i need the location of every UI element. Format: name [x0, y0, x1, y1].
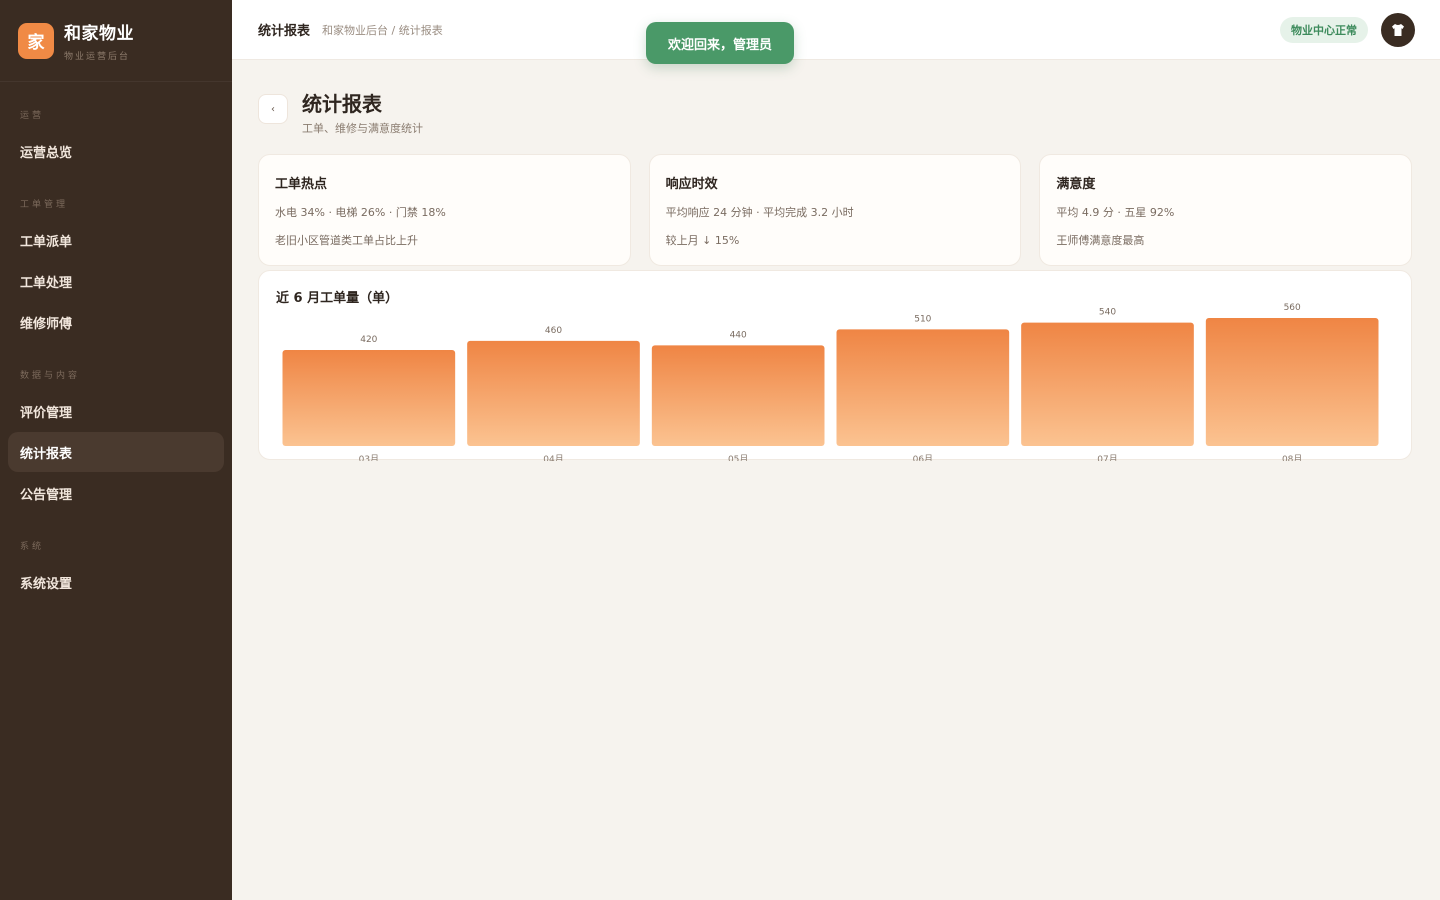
page-title: 统计报表 [302, 92, 382, 116]
chart-category-label: 04月 [543, 454, 563, 461]
brand-logo: 家 [18, 22, 54, 59]
sidebar: 家 和家物业 物业运营后台 运营运营总览工单管理工单派单 工单处理 维修师傅数据与内… [0, 0, 232, 900]
nav-group-label: 数据与内容 [20, 371, 81, 381]
card-satisfaction: 满意度 平均 4.9 分 · 五星 92% 王师傅满意度最高 [1039, 154, 1413, 266]
sidebar-item[interactable]: 工单处理 [8, 261, 224, 301]
card-title: 响应时效 [665, 177, 718, 192]
breadcrumb: 和家物业后台 / 统计报表 [322, 23, 443, 37]
chart-bar [836, 329, 1010, 446]
card-note: 较上月 ↓ 15% [665, 234, 740, 247]
welcome-toast: 欢迎回来，管理员 [646, 22, 794, 64]
card-note: 王师傅满意度最高 [1056, 234, 1145, 247]
sidebar-item[interactable]: 维修师傅 [8, 302, 224, 342]
sidebar-item[interactable]: 运营总览 [8, 131, 224, 171]
avatar[interactable] [1381, 13, 1415, 47]
page-subtitle: 工单、维修与满意度统计 [302, 122, 423, 135]
chart-value-label: 540 [1099, 308, 1116, 318]
chart-bar [1021, 322, 1194, 446]
card-note: 老旧小区管道类工单占比上升 [275, 234, 418, 247]
main-content: ‹ 统计报表 工单、维修与满意度统计 工单热点 水电 34% · 电梯 26% … [258, 60, 1413, 461]
chart-bar [282, 350, 456, 446]
nav-group-label: 工单管理 [20, 200, 69, 210]
page-header: ‹ 统计报表 工单、维修与满意度统计 [258, 60, 1412, 154]
chart-category-label: 07月 [1097, 454, 1117, 461]
status-badge: 物业中心正常 [1280, 17, 1368, 43]
topbar: 统计报表 和家物业后台 / 统计报表 物业中心正常 [232, 0, 1440, 60]
sidebar-nav: 运营运营总览工单管理工单派单 工单处理 维修师傅数据与内容评价管理 统计报表 公告管理系… [0, 108, 232, 602]
shirt-icon [1392, 24, 1404, 36]
chart-category-label: 05月 [728, 454, 748, 461]
card-detail: 平均响应 24 分钟 · 平均完成 3.2 小时 [665, 206, 854, 219]
brand[interactable]: 家 和家物业 物业运营后台 [0, 0, 232, 82]
card-hotspot: 工单热点 水电 34% · 电梯 26% · 门禁 18% 老旧小区管道类工单占… [258, 154, 631, 266]
chart-value-label: 440 [730, 330, 747, 340]
chart-value-label: 460 [545, 326, 562, 336]
card-detail: 平均 4.9 分 · 五星 92% [1056, 206, 1175, 219]
brand-subtitle: 物业运营后台 [64, 52, 131, 62]
chart-bar [467, 340, 640, 446]
chart-value-label: 510 [914, 314, 931, 324]
summary-cards: 工单热点 水电 34% · 电梯 26% · 门禁 18% 老旧小区管道类工单占… [258, 154, 1413, 266]
sidebar-item[interactable]: 评价管理 [8, 391, 224, 431]
back-button[interactable]: ‹ [258, 94, 288, 124]
brand-text: 和家物业 物业运营后台 [64, 19, 134, 62]
card-detail: 水电 34% · 电梯 26% · 门禁 18% [275, 206, 446, 219]
brand-name: 和家物业 [64, 24, 134, 44]
sidebar-item[interactable]: 统计报表 [8, 432, 224, 472]
chart-bar [1205, 318, 1379, 446]
sidebar-item[interactable]: 公告管理 [8, 473, 224, 513]
chart-bar [651, 345, 825, 446]
sidebar-item[interactable]: 工单派单 [8, 220, 224, 260]
chart-category-label: 08月 [1282, 454, 1302, 461]
card-response: 响应时效 平均响应 24 分钟 · 平均完成 3.2 小时 较上月 ↓ 15% [648, 154, 1022, 266]
card-title: 满意度 [1056, 177, 1096, 192]
chevron-left-icon: ‹ [271, 103, 275, 115]
chart-value-label: 560 [1284, 303, 1301, 313]
nav-group-label: 运营 [20, 111, 45, 121]
chart-category-label: 06月 [913, 454, 933, 461]
topbar-title: 统计报表 [258, 24, 311, 39]
chart-value-label: 420 [360, 335, 377, 345]
sidebar-item[interactable]: 系统设置 [8, 562, 224, 602]
workorder-bar-chart: 420 03月 460 04月 440 05月 510 06月 540 07月 560 08月 [282, 303, 1379, 461]
nav-group-label: 系统 [20, 542, 45, 552]
workorder-chart-card: 近 6 月工单量（单） 420 03月 460 04月 440 05月 510 06月 540 0… [258, 270, 1412, 461]
card-title: 工单热点 [275, 177, 328, 192]
chart-category-label: 03月 [359, 454, 379, 461]
